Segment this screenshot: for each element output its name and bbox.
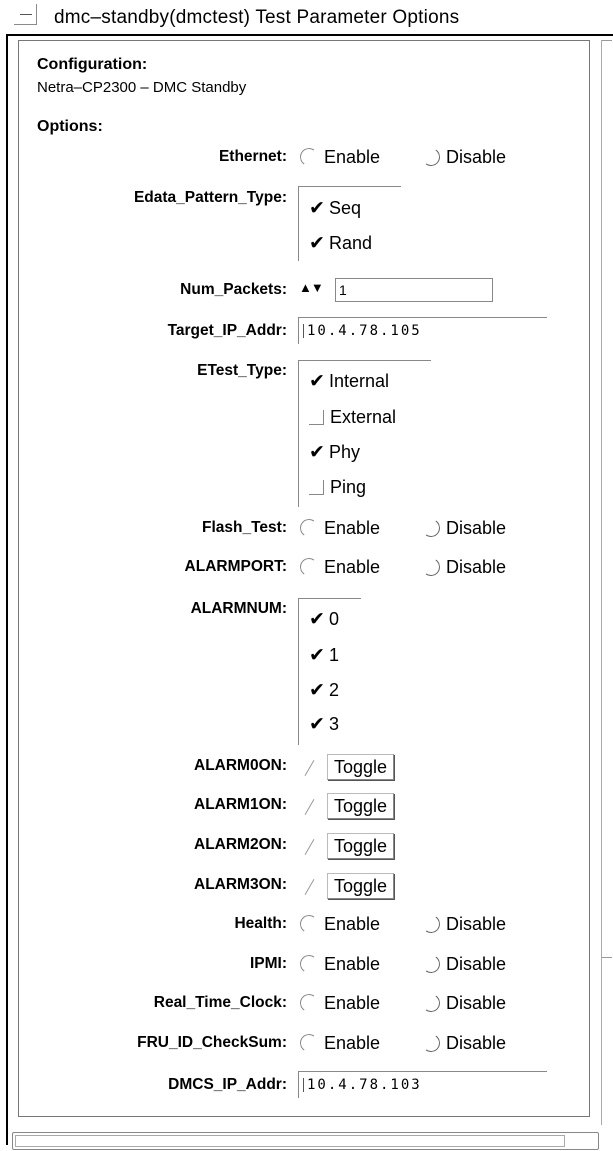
unchecked-box-icon: [309, 409, 324, 425]
unchecked-box-icon: [309, 479, 324, 495]
check-icon: ✔: [309, 441, 325, 463]
alarmnum-1-checkbox[interactable]: ✔ 1: [309, 644, 339, 666]
alarmnum-group: ✔ 0 ✔ 1 ✔ 2 ✔ 3: [298, 598, 361, 745]
toggle-indicator-icon: [299, 875, 321, 897]
flash-test-disable-radio[interactable]: Disable: [420, 517, 506, 539]
ipmi-enable-radio[interactable]: Enable: [298, 953, 380, 975]
radio-circle: [298, 517, 320, 539]
check-icon: ✔: [309, 608, 325, 630]
radio-circle: [420, 556, 442, 578]
real-time-clock-disable-radio[interactable]: Disable: [420, 992, 506, 1014]
toggle-indicator-icon: [299, 795, 321, 817]
alarmnum-label: ALARMNUM:: [190, 600, 287, 617]
etest-type-group: ✔ Internal External ✔ Phy Ping: [298, 360, 431, 507]
num-packets-spinner[interactable]: ▲▼: [299, 280, 324, 295]
real-time-clock-label: Real_Time_Clock:: [153, 994, 287, 1011]
ipmi-label: IPMI:: [249, 955, 287, 972]
alarmport-disable-radio[interactable]: Disable: [420, 556, 506, 578]
etest-type-label: ETest_Type:: [197, 362, 287, 379]
alarm1on-toggle[interactable]: Toggle: [299, 793, 413, 819]
edata-pattern-type-group: ✔ Seq ✔ Rand: [298, 186, 401, 261]
alarm2on-label: ALARM2ON:: [194, 836, 287, 853]
horizontal-scroll-thumb[interactable]: [15, 1135, 565, 1147]
etest-internal-checkbox[interactable]: ✔ Internal: [309, 370, 389, 392]
radio-circle: [298, 556, 320, 578]
check-icon: ✔: [309, 370, 325, 392]
alarm0on-label: ALARM0ON:: [194, 757, 287, 774]
ethernet-enable-radio[interactable]: Enable: [298, 146, 380, 168]
horizontal-scrollbar[interactable]: [12, 1132, 599, 1150]
num-packets-label: Num_Packets:: [180, 281, 287, 298]
dmcs-ip-label: DMCS_IP_Addr:: [168, 1076, 287, 1093]
configuration-heading: Configuration:: [37, 56, 148, 73]
alarm3on-label: ALARM3ON:: [194, 876, 287, 893]
alarmport-enable-radio[interactable]: Enable: [298, 556, 380, 578]
health-enable-radio[interactable]: Enable: [298, 913, 380, 935]
alarmnum-2-checkbox[interactable]: ✔ 2: [309, 679, 339, 701]
target-ip-field[interactable]: 10.4.78.105: [298, 317, 547, 344]
alarm2on-toggle-button[interactable]: Toggle: [327, 833, 395, 859]
alarm2on-toggle[interactable]: Toggle: [299, 833, 413, 859]
check-icon: ✔: [309, 713, 325, 735]
radio-circle: [298, 953, 320, 975]
check-icon: ✔: [309, 679, 325, 701]
radio-circle: [298, 913, 320, 935]
edata-seq-checkbox[interactable]: ✔ Seq: [309, 197, 361, 219]
dmcs-ip-field[interactable]: 10.4.78.103: [298, 1071, 547, 1098]
alarmnum-3-checkbox[interactable]: ✔ 3: [309, 713, 339, 735]
flash-test-label: Flash_Test:: [202, 519, 287, 536]
etest-ping-checkbox[interactable]: Ping: [309, 476, 366, 498]
window-menu-button[interactable]: [14, 4, 37, 25]
real-time-clock-enable-radio[interactable]: Enable: [298, 992, 380, 1014]
ethernet-disable-radio[interactable]: Disable: [420, 146, 506, 168]
fru-id-checksum-disable-radio[interactable]: Disable: [420, 1032, 506, 1054]
window-title-bar: dmc–standby(dmctest) Test Parameter Opti…: [6, 0, 613, 36]
radio-circle: [420, 913, 442, 935]
radio-circle: [420, 992, 442, 1014]
check-icon: ✔: [309, 232, 325, 254]
check-icon: ✔: [309, 644, 325, 666]
alarm0on-toggle-button[interactable]: Toggle: [327, 754, 395, 780]
health-label: Health:: [234, 915, 287, 932]
scroll-corner: [584, 1135, 596, 1145]
fru-id-checksum-enable-radio[interactable]: Enable: [298, 1032, 380, 1054]
target-ip-label: Target_IP_Addr:: [167, 322, 287, 339]
toggle-indicator-icon: [299, 756, 321, 778]
ethernet-label: Ethernet:: [218, 148, 287, 165]
radio-circle: [298, 146, 320, 168]
fru-id-checksum-label: FRU_ID_CheckSum:: [137, 1034, 287, 1051]
alarm3on-toggle-button[interactable]: Toggle: [327, 873, 395, 899]
alarm3on-toggle[interactable]: Toggle: [299, 873, 413, 899]
vertical-scrollbar[interactable]: [601, 40, 612, 1125]
ipmi-disable-radio[interactable]: Disable: [420, 953, 506, 975]
alarm1on-toggle-button[interactable]: Toggle: [327, 793, 395, 819]
alarm0on-toggle[interactable]: Toggle: [299, 754, 413, 780]
alarmnum-0-checkbox[interactable]: ✔ 0: [309, 608, 339, 630]
check-icon: ✔: [309, 197, 325, 219]
health-disable-radio[interactable]: Disable: [420, 913, 506, 935]
radio-circle: [420, 517, 442, 539]
options-heading: Options:: [37, 118, 103, 135]
window-title: dmc–standby(dmctest) Test Parameter Opti…: [54, 7, 460, 28]
radio-circle: [298, 992, 320, 1014]
toggle-indicator-icon: [299, 835, 321, 857]
radio-circle: [420, 146, 442, 168]
radio-circle: [420, 1032, 442, 1054]
alarmport-label: ALARMPORT:: [184, 558, 287, 575]
alarm1on-label: ALARM1ON:: [194, 796, 287, 813]
flash-test-enable-radio[interactable]: Enable: [298, 517, 380, 539]
radio-circle: [420, 953, 442, 975]
radio-circle: [298, 1032, 320, 1054]
edata-rand-checkbox[interactable]: ✔ Rand: [309, 232, 372, 254]
configuration-value: Netra–CP2300 – DMC Standby: [37, 79, 247, 96]
etest-external-checkbox[interactable]: External: [309, 406, 396, 428]
edata-pattern-type-label: Edata_Pattern_Type:: [133, 189, 287, 206]
etest-phy-checkbox[interactable]: ✔ Phy: [309, 441, 360, 463]
num-packets-field[interactable]: 1: [335, 278, 493, 302]
